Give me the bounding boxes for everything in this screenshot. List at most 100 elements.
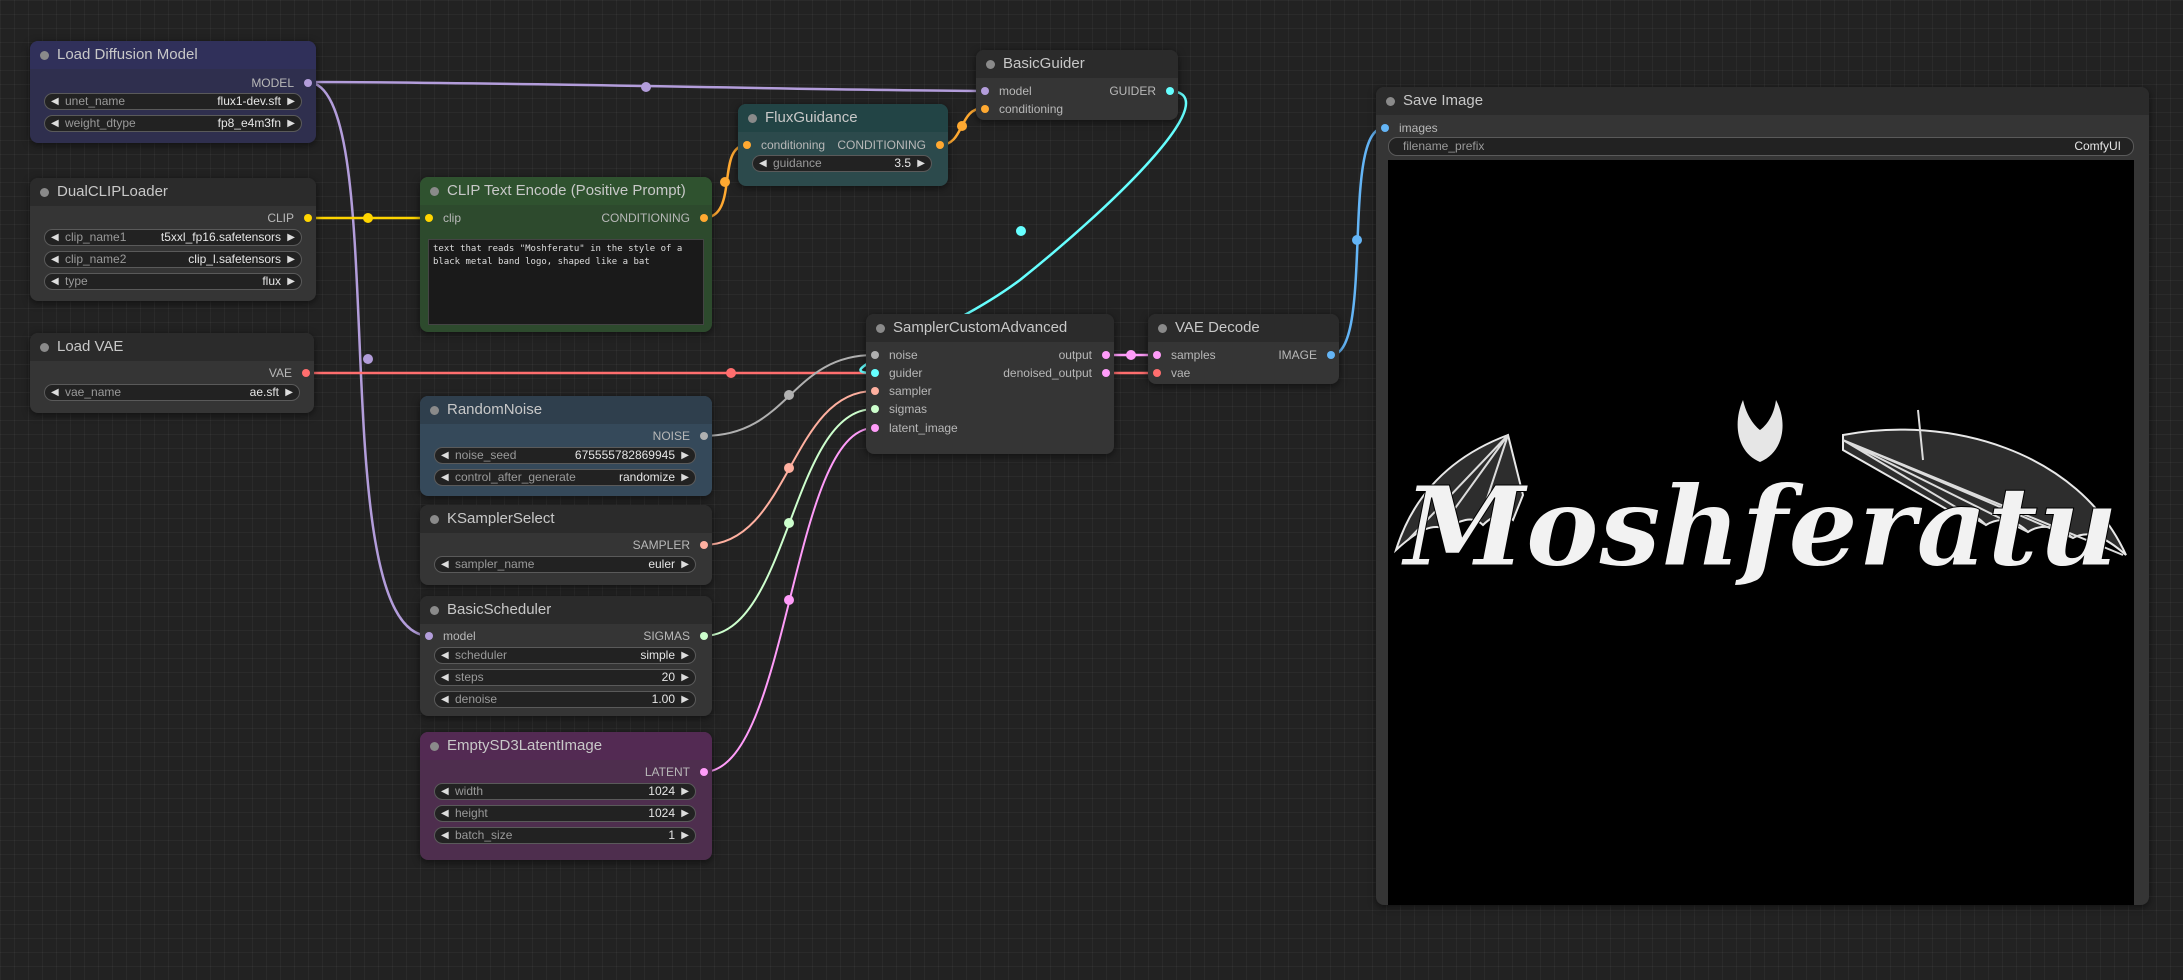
- output-pin-icon[interactable]: [700, 432, 708, 440]
- input-guider[interactable]: guider: [871, 364, 922, 382]
- node-title[interactable]: CLIP Text Encode (Positive Prompt): [420, 177, 712, 205]
- arrow-left-icon[interactable]: ◀: [441, 692, 449, 707]
- node-basic-scheduler[interactable]: BasicScheduler model SIGMAS ◀ scheduler …: [420, 596, 712, 716]
- arrow-left-icon[interactable]: ◀: [441, 828, 449, 843]
- input-conditioning[interactable]: conditioning: [981, 100, 1063, 118]
- node-title[interactable]: EmptySD3LatentImage: [420, 732, 712, 760]
- arrow-right-icon[interactable]: ▶: [681, 828, 689, 843]
- input-pin-icon[interactable]: [981, 105, 989, 113]
- arrow-left-icon[interactable]: ◀: [441, 784, 449, 799]
- widget-control-after-generate[interactable]: ◀ control_after_generate randomize ▶: [434, 469, 696, 486]
- input-vae[interactable]: vae: [1153, 364, 1190, 382]
- arrow-left-icon[interactable]: ◀: [441, 806, 449, 821]
- input-conditioning[interactable]: conditioning: [743, 136, 825, 154]
- node-ksampler-select[interactable]: KSamplerSelect SAMPLER ◀ sampler_name eu…: [420, 505, 712, 585]
- widget-guidance[interactable]: ◀ guidance 3.5 ▶: [752, 155, 932, 172]
- widget-height[interactable]: ◀ height 1024 ▶: [434, 805, 696, 822]
- widget-type[interactable]: ◀ type flux ▶: [44, 273, 302, 290]
- output-model[interactable]: MODEL: [251, 74, 312, 92]
- output-pin-icon[interactable]: [1102, 351, 1110, 359]
- node-clip-text-encode[interactable]: CLIP Text Encode (Positive Prompt) clip …: [420, 177, 712, 332]
- arrow-right-icon[interactable]: ▶: [285, 385, 293, 400]
- output-sigmas[interactable]: SIGMAS: [643, 627, 708, 645]
- input-pin-icon[interactable]: [425, 632, 433, 640]
- node-title[interactable]: SamplerCustomAdvanced: [866, 314, 1114, 342]
- output-vae[interactable]: VAE: [269, 364, 310, 382]
- widget-vae-name[interactable]: ◀ vae_name ae.sft ▶: [44, 384, 300, 401]
- input-pin-icon[interactable]: [871, 424, 879, 432]
- output-pin-icon[interactable]: [302, 369, 310, 377]
- collapse-dot-icon[interactable]: [1386, 97, 1395, 106]
- arrow-left-icon[interactable]: ◀: [51, 94, 59, 109]
- input-pin-icon[interactable]: [871, 387, 879, 395]
- input-sampler[interactable]: sampler: [871, 382, 932, 400]
- node-load-vae[interactable]: Load VAE VAE ◀ vae_name ae.sft ▶: [30, 333, 314, 413]
- collapse-dot-icon[interactable]: [430, 742, 439, 751]
- input-latent-image[interactable]: latent_image: [871, 419, 958, 437]
- input-clip[interactable]: clip: [425, 209, 461, 227]
- arrow-right-icon[interactable]: ▶: [287, 274, 295, 289]
- widget-denoise[interactable]: ◀ denoise 1.00 ▶: [434, 691, 696, 708]
- input-pin-icon[interactable]: [871, 351, 879, 359]
- arrow-right-icon[interactable]: ▶: [287, 252, 295, 267]
- widget-clip-name1[interactable]: ◀ clip_name1 t5xxl_fp16.safetensors ▶: [44, 229, 302, 246]
- output-pin-icon[interactable]: [1166, 87, 1174, 95]
- input-noise[interactable]: noise: [871, 346, 918, 364]
- collapse-dot-icon[interactable]: [748, 114, 757, 123]
- output-output[interactable]: output: [1059, 346, 1110, 364]
- output-pin-icon[interactable]: [1102, 369, 1110, 377]
- arrow-left-icon[interactable]: ◀: [51, 274, 59, 289]
- widget-width[interactable]: ◀ width 1024 ▶: [434, 783, 696, 800]
- input-pin-icon[interactable]: [871, 405, 879, 413]
- collapse-dot-icon[interactable]: [40, 343, 49, 352]
- input-samples[interactable]: samples: [1153, 346, 1216, 364]
- arrow-left-icon[interactable]: ◀: [441, 448, 449, 463]
- node-sampler-custom-advanced[interactable]: SamplerCustomAdvanced noise guider sampl…: [866, 314, 1114, 454]
- arrow-left-icon[interactable]: ◀: [51, 385, 59, 400]
- node-title[interactable]: BasicGuider: [976, 50, 1178, 78]
- input-model[interactable]: model: [981, 82, 1032, 100]
- arrow-right-icon[interactable]: ▶: [681, 448, 689, 463]
- node-title[interactable]: DualCLIPLoader: [30, 178, 316, 206]
- node-dual-clip-loader[interactable]: DualCLIPLoader CLIP ◀ clip_name1 t5xxl_f…: [30, 178, 316, 301]
- widget-batch-size[interactable]: ◀ batch_size 1 ▶: [434, 827, 696, 844]
- arrow-left-icon[interactable]: ◀: [441, 648, 449, 663]
- widget-sampler-name[interactable]: ◀ sampler_name euler ▶: [434, 556, 696, 573]
- arrow-right-icon[interactable]: ▶: [681, 784, 689, 799]
- collapse-dot-icon[interactable]: [40, 188, 49, 197]
- output-noise[interactable]: NOISE: [653, 427, 708, 445]
- node-vae-decode[interactable]: VAE Decode samples vae IMAGE: [1148, 314, 1339, 384]
- input-pin-icon[interactable]: [743, 141, 751, 149]
- output-conditioning[interactable]: CONDITIONING: [601, 209, 708, 227]
- input-pin-icon[interactable]: [1153, 351, 1161, 359]
- node-load-diffusion-model[interactable]: Load Diffusion Model MODEL ◀ unet_name f…: [30, 41, 316, 143]
- collapse-dot-icon[interactable]: [430, 515, 439, 524]
- output-guider[interactable]: GUIDER: [1109, 82, 1174, 100]
- arrow-right-icon[interactable]: ▶: [287, 94, 295, 109]
- arrow-right-icon[interactable]: ▶: [681, 670, 689, 685]
- input-sigmas[interactable]: sigmas: [871, 400, 927, 418]
- output-pin-icon[interactable]: [936, 141, 944, 149]
- node-random-noise[interactable]: RandomNoise NOISE ◀ noise_seed 675555782…: [420, 396, 712, 496]
- widget-clip-name2[interactable]: ◀ clip_name2 clip_l.safetensors ▶: [44, 251, 302, 268]
- input-pin-icon[interactable]: [425, 214, 433, 222]
- collapse-dot-icon[interactable]: [430, 187, 439, 196]
- arrow-right-icon[interactable]: ▶: [681, 806, 689, 821]
- collapse-dot-icon[interactable]: [430, 606, 439, 615]
- collapse-dot-icon[interactable]: [986, 60, 995, 69]
- widget-unet-name[interactable]: ◀ unet_name flux1-dev.sft ▶: [44, 93, 302, 110]
- arrow-right-icon[interactable]: ▶: [681, 692, 689, 707]
- arrow-left-icon[interactable]: ◀: [51, 230, 59, 245]
- node-title[interactable]: RandomNoise: [420, 396, 712, 424]
- arrow-left-icon[interactable]: ◀: [759, 156, 767, 171]
- arrow-left-icon[interactable]: ◀: [441, 470, 449, 485]
- node-title[interactable]: Load VAE: [30, 333, 314, 361]
- widget-filename-prefix[interactable]: filename_prefix ComfyUI: [1388, 137, 2134, 156]
- node-save-image[interactable]: Save Image images filename_prefix ComfyU…: [1376, 87, 2149, 905]
- input-pin-icon[interactable]: [1153, 369, 1161, 377]
- node-title[interactable]: VAE Decode: [1148, 314, 1339, 342]
- output-pin-icon[interactable]: [700, 214, 708, 222]
- input-pin-icon[interactable]: [981, 87, 989, 95]
- collapse-dot-icon[interactable]: [876, 324, 885, 333]
- node-title[interactable]: Save Image: [1376, 87, 2149, 115]
